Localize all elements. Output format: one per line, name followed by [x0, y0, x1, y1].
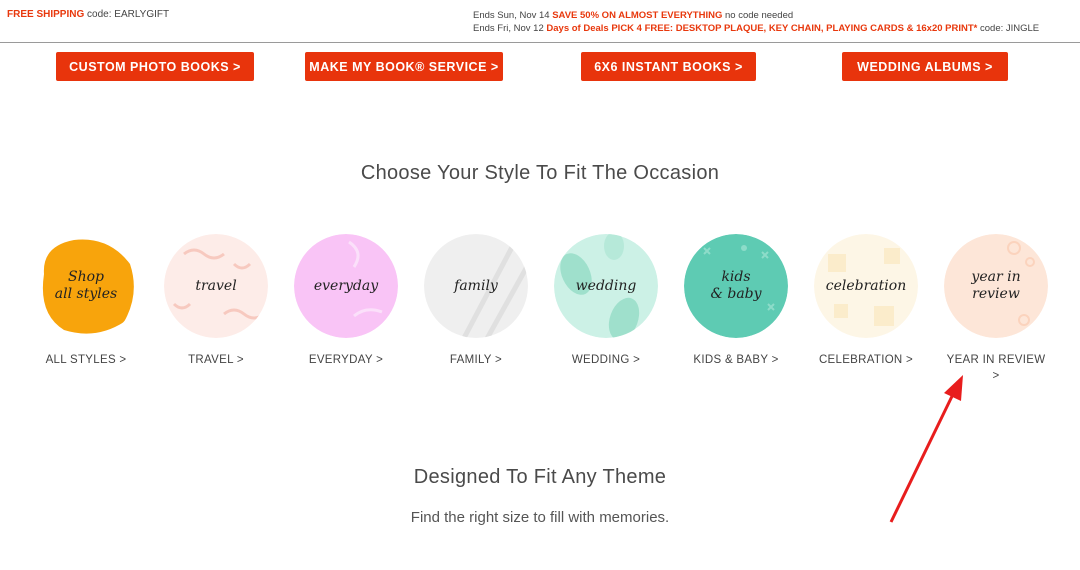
everyday-circle-text: everyday	[313, 277, 379, 294]
style-item-year-in-review[interactable]: year in review YEAR IN REVIEW >	[931, 234, 1061, 384]
family-label[interactable]: FAMILY >	[421, 352, 531, 368]
deal-line-1-note: no code needed	[722, 10, 794, 21]
style-item-travel[interactable]: travel TRAVEL >	[151, 234, 281, 368]
celebration-circle-text: celebration	[825, 277, 907, 294]
deal-line-1-offer: SAVE 50% ON ALMOST EVERYTHING	[552, 10, 723, 21]
wedding-albums-button[interactable]: WEDDING ALBUMS >	[842, 52, 1008, 81]
kids-baby-circle[interactable]: kids & baby	[684, 234, 788, 338]
style-item-all-styles[interactable]: Shop all styles ALL STYLES >	[21, 234, 151, 368]
deal-line-2: Ends Fri, Nov 12 Days of Deals PICK 4 FR…	[473, 22, 1039, 35]
annotation-arrow-shaft	[889, 387, 958, 523]
free-shipping-code: code: EARLYGIFT	[84, 9, 170, 20]
free-shipping-label: FREE SHIPPING	[7, 9, 85, 20]
family-circle-text: family	[454, 277, 498, 294]
year-in-review-circle[interactable]: year in review	[944, 234, 1048, 338]
theme-section-subheading: Find the right size to fill with memorie…	[410, 509, 670, 526]
celebration-circle[interactable]: celebration	[814, 234, 918, 338]
instant-books-button[interactable]: 6X6 INSTANT BOOKS >	[581, 52, 756, 81]
travel-circle-text: travel	[195, 277, 237, 294]
deal-line-2-date: Ends Fri, Nov 12	[473, 23, 547, 34]
style-item-wedding[interactable]: wedding WEDDING >	[541, 234, 671, 368]
all-styles-label[interactable]: ALL STYLES >	[31, 352, 141, 368]
kids-baby-circle-text: kids & baby	[710, 269, 762, 302]
deal-line-2-offer: Days of Deals PICK 4 FREE: DESKTOP PLAQU…	[546, 23, 978, 34]
deal-line-1: Ends Sun, Nov 14 SAVE 50% ON ALMOST EVER…	[473, 9, 1039, 22]
wedding-label[interactable]: WEDDING >	[551, 352, 661, 368]
everyday-label[interactable]: EVERYDAY >	[291, 352, 401, 368]
family-circle[interactable]: family	[424, 234, 528, 338]
promo-bar: FREE SHIPPING code: EARLYGIFT Ends Sun, …	[0, 0, 1080, 43]
wedding-circle-text: wedding	[575, 277, 637, 294]
year-in-review-circle-text: year in review	[971, 269, 1021, 302]
style-item-kids-baby[interactable]: kids & baby KIDS & BABY >	[671, 234, 801, 368]
deals-promo: Ends Sun, Nov 14 SAVE 50% ON ALMOST EVER…	[473, 9, 1039, 35]
style-section-heading: Choose Your Style To Fit The Occasion	[360, 162, 720, 184]
all-styles-circle-text: Shop all styles	[54, 269, 118, 302]
theme-section-heading: Designed To Fit Any Theme	[413, 466, 667, 488]
make-my-book-service-button[interactable]: MAKE MY BOOK® SERVICE >	[305, 52, 503, 81]
travel-label[interactable]: TRAVEL >	[161, 352, 271, 368]
year-in-review-label[interactable]: YEAR IN REVIEW >	[941, 352, 1051, 384]
wedding-circle[interactable]: wedding	[554, 234, 658, 338]
free-shipping-promo: FREE SHIPPING code: EARLYGIFT	[7, 9, 169, 20]
custom-photo-books-button[interactable]: CUSTOM PHOTO BOOKS >	[56, 52, 254, 81]
deal-line-2-code: code: JINGLE	[977, 23, 1040, 34]
celebration-label[interactable]: CELEBRATION >	[811, 352, 921, 368]
deal-line-1-date: Ends Sun, Nov 14	[473, 10, 553, 21]
kids-baby-label[interactable]: KIDS & BABY >	[681, 352, 791, 368]
everyday-circle[interactable]: everyday	[294, 234, 398, 338]
all-styles-circle[interactable]: Shop all styles	[34, 234, 138, 338]
style-item-everyday[interactable]: everyday EVERYDAY >	[281, 234, 411, 368]
style-item-family[interactable]: family FAMILY >	[411, 234, 541, 368]
travel-circle[interactable]: travel	[164, 234, 268, 338]
style-item-celebration[interactable]: celebration CELEBRATION >	[801, 234, 931, 368]
